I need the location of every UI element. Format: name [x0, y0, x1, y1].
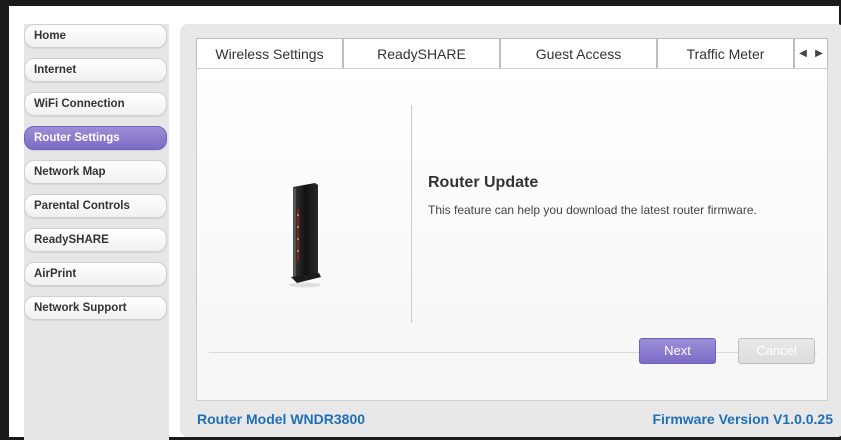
sidebar-item-network-map[interactable]: Network Map: [24, 160, 167, 184]
router-update-title: Router Update: [428, 174, 539, 191]
sidebar-nav: Home Internet WiFi Connection Router Set…: [24, 24, 169, 440]
main-panel: Wireless Settings ReadySHARE Guest Acces…: [180, 24, 841, 437]
router-device-icon: [289, 183, 321, 288]
content-divider-vertical: [411, 105, 412, 323]
tab-bar: Wireless Settings ReadySHARE Guest Acces…: [196, 38, 828, 68]
firmware-version-label: Firmware Version V1.0.0.25: [652, 411, 833, 427]
router-model-label: Router Model WNDR3800: [197, 411, 366, 427]
chevron-right-icon[interactable]: ▶: [811, 39, 827, 69]
sidebar-item-parental-controls[interactable]: Parental Controls: [24, 194, 167, 218]
chevron-left-icon[interactable]: ◀: [795, 39, 811, 69]
cancel-button[interactable]: Cancel: [738, 338, 815, 364]
sidebar-item-router-settings[interactable]: Router Settings: [24, 126, 167, 150]
sidebar-item-readyshare[interactable]: ReadySHARE: [24, 228, 167, 252]
app-frame: Home Internet WiFi Connection Router Set…: [0, 0, 841, 440]
router-update-description: This feature can help you download the l…: [428, 203, 757, 217]
sidebar-item-wifi-connection[interactable]: WiFi Connection: [24, 92, 167, 116]
sidebar-item-home[interactable]: Home: [24, 24, 167, 48]
sidebar-item-airprint[interactable]: AirPrint: [24, 262, 167, 286]
sidebar-item-network-support[interactable]: Network Support: [24, 296, 167, 320]
tab-traffic-meter[interactable]: Traffic Meter: [657, 38, 794, 68]
tab-scroll-controls: ◀ ▶: [794, 38, 828, 68]
sidebar-item-internet[interactable]: Internet: [24, 58, 167, 82]
tab-guest-access[interactable]: Guest Access: [500, 38, 657, 68]
next-button[interactable]: Next: [639, 338, 716, 364]
content-area: Router Update This feature can help you …: [196, 68, 828, 401]
tab-wireless-settings[interactable]: Wireless Settings: [196, 38, 343, 68]
content-divider-horizontal: [209, 352, 817, 353]
tab-readyshare[interactable]: ReadySHARE: [343, 38, 500, 68]
